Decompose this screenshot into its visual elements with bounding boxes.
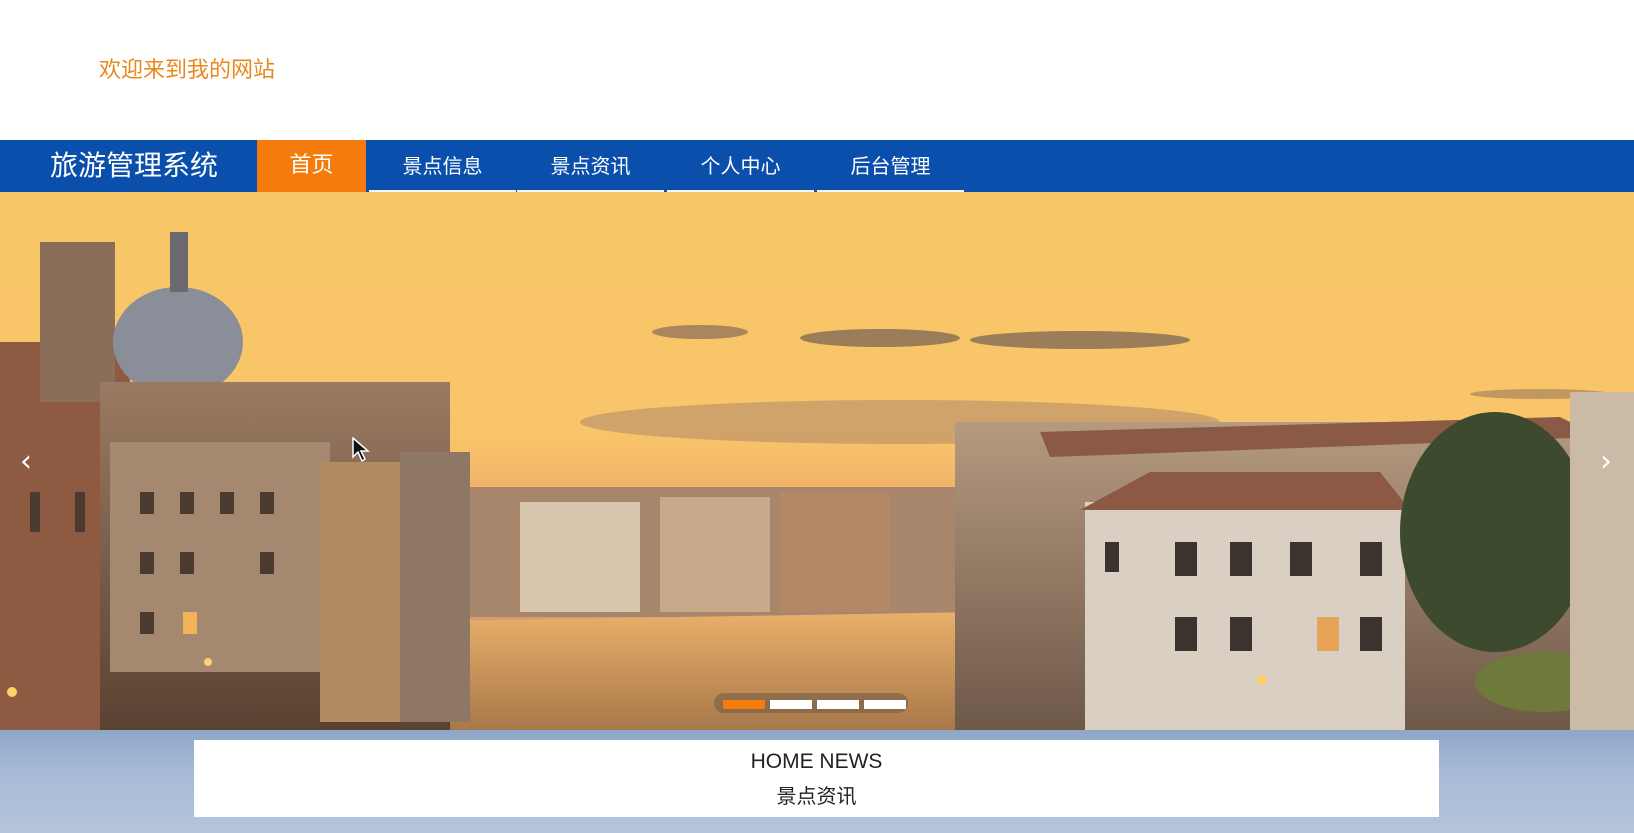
nav-item-home[interactable]: 首页 — [257, 140, 366, 192]
welcome-text: 欢迎来到我的网站 — [99, 58, 276, 83]
nav-item-label: 景点信息 — [402, 154, 483, 178]
nav-item-label: 首页 — [289, 153, 334, 178]
site-brand[interactable]: 旅游管理系统 — [50, 140, 218, 192]
nav-item-news[interactable]: 景点资讯 — [517, 140, 664, 192]
mouse-cursor-icon — [352, 437, 370, 463]
next-slide-button[interactable]: › — [1592, 442, 1620, 482]
nav-item-attractions[interactable]: 景点信息 — [369, 140, 516, 192]
slide-indicator-4[interactable] — [864, 700, 906, 709]
news-subtitle: 景点资讯 — [776, 784, 857, 808]
nav-item-label: 景点资讯 — [550, 154, 631, 178]
banner-image — [0, 192, 1634, 730]
slide-indicator-2[interactable] — [770, 700, 812, 709]
navbar: 旅游管理系统 首页 景点信息 景点资讯 个人中心 后台管理 — [0, 140, 1634, 192]
nav-item-profile[interactable]: 个人中心 — [667, 140, 814, 192]
news-section: HOME NEWS 景点资讯 — [0, 730, 1634, 833]
banner-carousel[interactable]: ‹ › — [0, 192, 1634, 730]
page: 欢迎来到我的网站 旅游管理系统 首页 景点信息 景点资讯 个人中心 后台管理 ‹… — [0, 0, 1634, 833]
news-header-box: HOME NEWS 景点资讯 — [194, 740, 1439, 817]
nav-item-admin[interactable]: 后台管理 — [817, 140, 964, 192]
news-title: HOME NEWS — [750, 750, 883, 773]
slide-indicators — [714, 693, 908, 713]
slide-indicator-3[interactable] — [817, 700, 859, 709]
prev-slide-button[interactable]: ‹ — [12, 442, 40, 482]
top-header: 欢迎来到我的网站 — [0, 0, 1634, 140]
nav-item-label: 后台管理 — [850, 154, 931, 178]
nav-item-label: 个人中心 — [700, 154, 781, 178]
slide-indicator-1[interactable] — [723, 700, 765, 709]
